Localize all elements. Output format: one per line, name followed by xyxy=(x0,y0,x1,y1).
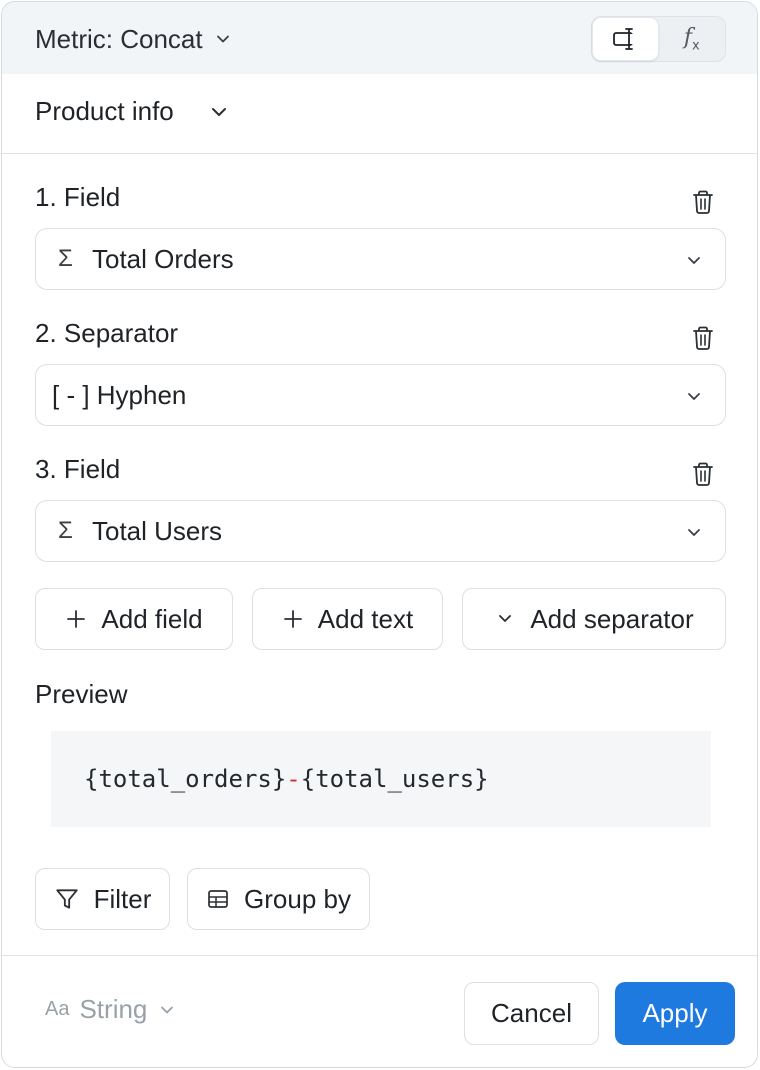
chevron-down-icon xyxy=(211,107,226,116)
item-1-label: 1. Field xyxy=(35,182,121,212)
trash-icon[interactable] xyxy=(689,324,717,352)
chevron-down-icon xyxy=(688,529,700,536)
text-type-icon: Aa xyxy=(45,998,70,1020)
field-1-value: Total Orders xyxy=(92,243,234,274)
chevron-down-icon xyxy=(688,257,700,264)
concat-metric-panel: Metric: Concat fx Product info 1. Field … xyxy=(1,1,758,1068)
add-text-label: Add text xyxy=(317,603,414,634)
chevron-down-icon xyxy=(688,393,700,400)
chevron-down-icon xyxy=(499,615,512,622)
fx-icon: fx xyxy=(683,24,700,54)
trash-icon[interactable] xyxy=(689,460,717,488)
preview-separator: - xyxy=(286,765,301,793)
group-row: Product info xyxy=(2,74,757,154)
field-3-select[interactable]: Σ Total Users xyxy=(35,500,726,562)
field-3-value: Total Users xyxy=(92,515,223,546)
panel-footer: Aa String Cancel Apply xyxy=(2,955,757,1067)
sigma-icon: Σ xyxy=(58,517,73,544)
group-label: Product info xyxy=(35,96,174,126)
panel-header: Metric: Concat fx xyxy=(2,2,757,74)
table-icon xyxy=(208,890,228,908)
add-separator-label: Add separator xyxy=(530,603,694,634)
plus-icon xyxy=(67,610,86,628)
return-type-label: String xyxy=(79,994,148,1024)
preview-heading: Preview xyxy=(35,679,128,709)
add-field-button[interactable]: Add field xyxy=(35,588,233,650)
add-text-button[interactable]: Add text xyxy=(252,588,443,650)
field-1-select[interactable]: Σ Total Orders xyxy=(35,228,726,290)
separator-value: [ - ] Hyphen xyxy=(52,379,187,410)
group-by-button[interactable]: Group by xyxy=(187,868,370,930)
group-select[interactable]: Product info xyxy=(35,96,230,127)
preview-box: {total_orders} - {total_users} xyxy=(51,731,711,827)
filter-button[interactable]: Filter xyxy=(35,868,170,930)
preview-part-1: {total_orders} xyxy=(84,765,287,793)
separator-select[interactable]: [ - ] Hyphen xyxy=(35,364,726,426)
editor-mode-toggle: fx xyxy=(591,16,726,62)
cancel-button[interactable]: Cancel xyxy=(464,982,599,1045)
add-separator-button[interactable]: Add separator xyxy=(462,588,726,650)
chevron-down-icon xyxy=(216,35,229,43)
funnel-icon xyxy=(55,889,78,909)
apply-button[interactable]: Apply xyxy=(615,982,735,1045)
metric-type-label: Metric: Concat xyxy=(35,23,203,54)
preview-part-2: {total_users} xyxy=(300,765,489,793)
item-3-label: 3. Field xyxy=(35,454,121,484)
item-2-label: 2. Separator xyxy=(35,318,179,348)
add-field-label: Add field xyxy=(101,603,203,634)
chevron-down-icon xyxy=(161,1006,174,1013)
filter-label: Filter xyxy=(93,883,152,914)
return-type-select[interactable]: Aa String xyxy=(45,994,177,1025)
text-cursor-box-icon xyxy=(613,28,637,50)
trash-icon[interactable] xyxy=(689,188,717,216)
metric-type-select[interactable]: Metric: Concat xyxy=(35,22,233,56)
sigma-icon: Σ xyxy=(58,245,73,272)
visual-editor-mode-button[interactable] xyxy=(592,17,659,61)
formula-mode-button[interactable]: fx xyxy=(659,17,726,61)
plus-icon xyxy=(283,610,302,628)
group-by-label: Group by xyxy=(244,883,351,914)
